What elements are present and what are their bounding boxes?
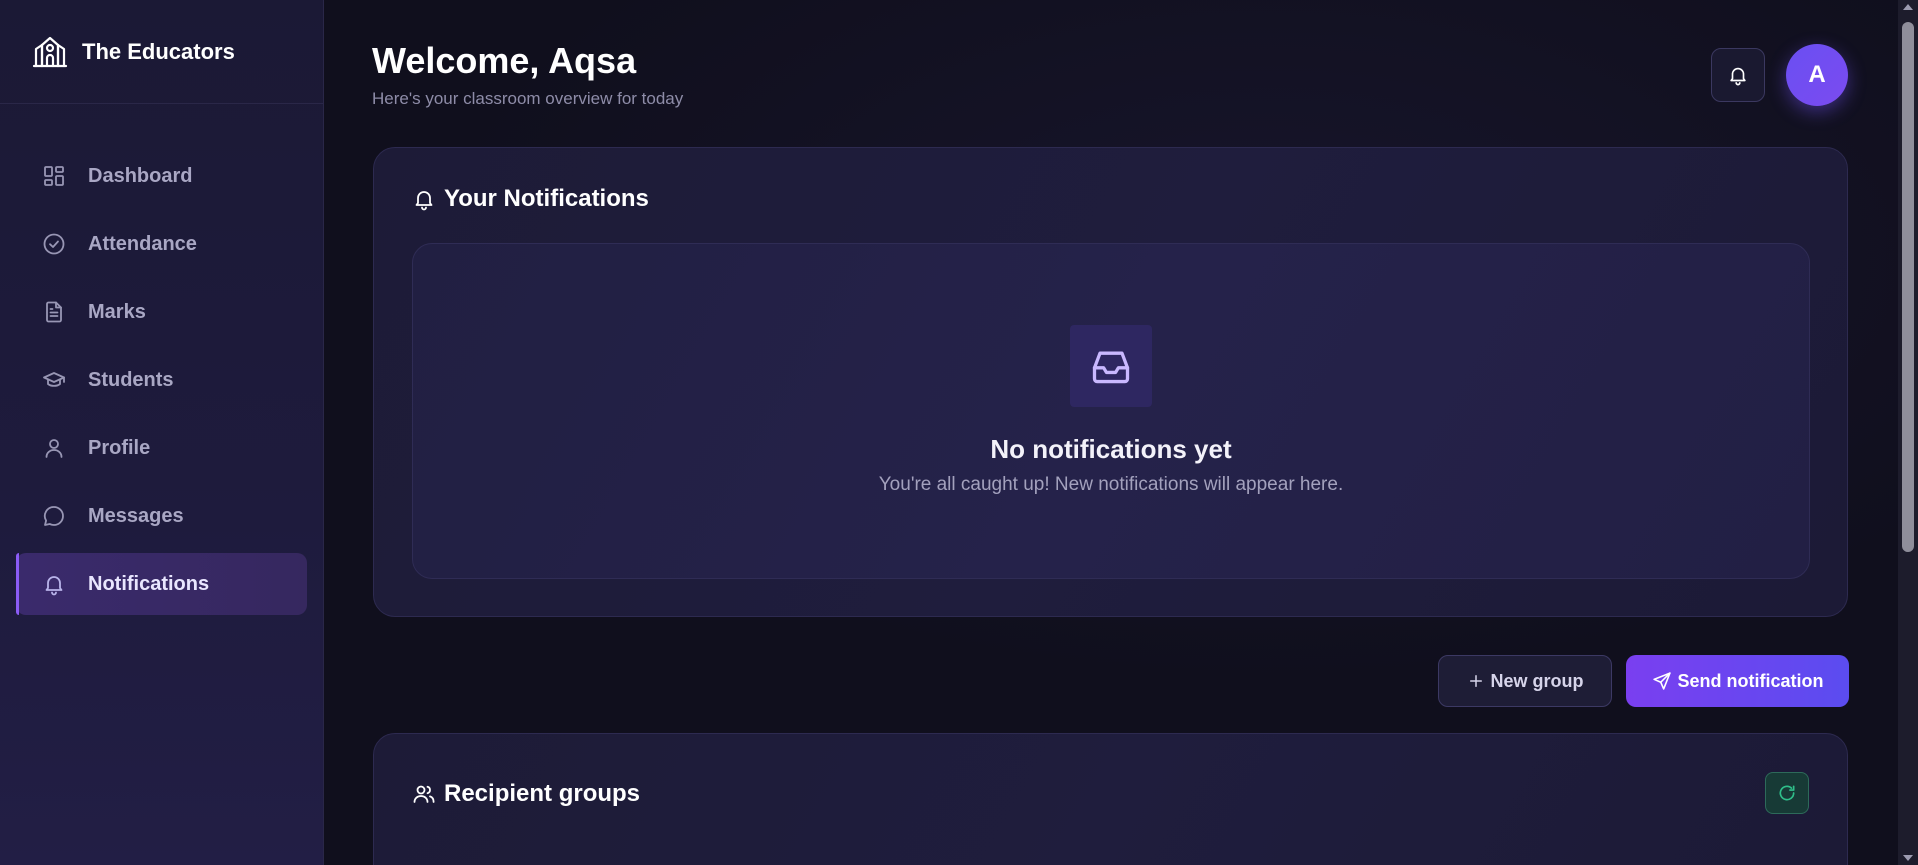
sidebar-item-profile[interactable]: Profile [16, 417, 307, 479]
send-notification-button[interactable]: Send notification [1626, 655, 1849, 707]
sidebar-item-students[interactable]: Students [16, 349, 307, 411]
main-content: Welcome, Aqsa Here's your classroom over… [324, 0, 1898, 865]
refresh-icon [1777, 783, 1797, 803]
users-icon [412, 782, 436, 806]
page-subtitle: Here's your classroom overview for today [372, 89, 684, 108]
notifications-button[interactable] [1711, 48, 1765, 102]
sidebar-item-marks[interactable]: Marks [16, 281, 307, 343]
check-circle-icon [42, 232, 66, 256]
new-group-button[interactable]: New group [1438, 655, 1612, 707]
chat-bubble-icon [42, 504, 66, 528]
sidebar-item-attendance[interactable]: Attendance [16, 213, 307, 275]
bell-icon [42, 572, 66, 596]
scroll-up-arrow-icon[interactable] [1903, 4, 1913, 10]
notifications-card-title: Your Notifications [412, 185, 649, 213]
sidebar-item-label: Profile [88, 436, 151, 459]
app-root: The Educators Dashboard Attendance Marks… [0, 0, 1918, 865]
recipient-groups-title-text: Recipient groups [444, 780, 641, 807]
sidebar-item-notifications[interactable]: Notifications [16, 553, 307, 615]
brand[interactable]: The Educators [0, 0, 323, 104]
plus-icon [1467, 672, 1485, 690]
sidebar-item-messages[interactable]: Messages [16, 485, 307, 547]
bell-icon [1727, 64, 1749, 86]
recipient-groups-title: Recipient groups [412, 780, 640, 808]
empty-state-title: No notifications yet [990, 434, 1232, 464]
bell-icon [412, 187, 436, 211]
dashboard-icon [42, 164, 66, 188]
inbox-icon [1070, 325, 1152, 407]
avatar[interactable]: A [1786, 44, 1848, 106]
user-icon [42, 436, 66, 460]
school-logo-icon [32, 33, 68, 69]
send-notification-label: Send notification [1677, 670, 1824, 691]
sidebar-nav: Dashboard Attendance Marks Students Prof… [16, 145, 307, 621]
brand-name: The Educators [82, 38, 235, 64]
sidebar-item-label: Dashboard [88, 164, 193, 187]
scroll-down-arrow-icon[interactable] [1903, 855, 1913, 861]
notifications-title-text: Your Notifications [444, 185, 649, 212]
scroll-thumb[interactable] [1902, 22, 1914, 552]
empty-state-subtitle: You're all caught up! New notifications … [878, 474, 1344, 495]
scrollbar[interactable] [1898, 0, 1918, 865]
sidebar-item-label: Messages [88, 504, 184, 527]
sidebar: The Educators Dashboard Attendance Marks… [0, 0, 324, 865]
document-icon [42, 300, 66, 324]
new-group-label: New group [1490, 670, 1584, 691]
sidebar-item-dashboard[interactable]: Dashboard [16, 145, 307, 207]
page-title: Welcome, Aqsa [372, 40, 637, 81]
refresh-button[interactable] [1765, 772, 1809, 814]
send-icon [1652, 671, 1672, 691]
sidebar-item-label: Attendance [88, 232, 197, 255]
recipient-groups-card: Recipient groups [373, 733, 1848, 865]
sidebar-item-label: Students [88, 368, 174, 391]
sidebar-item-label: Notifications [88, 572, 210, 595]
empty-state: No notifications yet You're all caught u… [412, 243, 1810, 579]
sidebar-item-label: Marks [88, 300, 146, 323]
graduation-cap-icon [42, 368, 66, 392]
notifications-card: Your Notifications No notifications yet … [373, 147, 1848, 617]
